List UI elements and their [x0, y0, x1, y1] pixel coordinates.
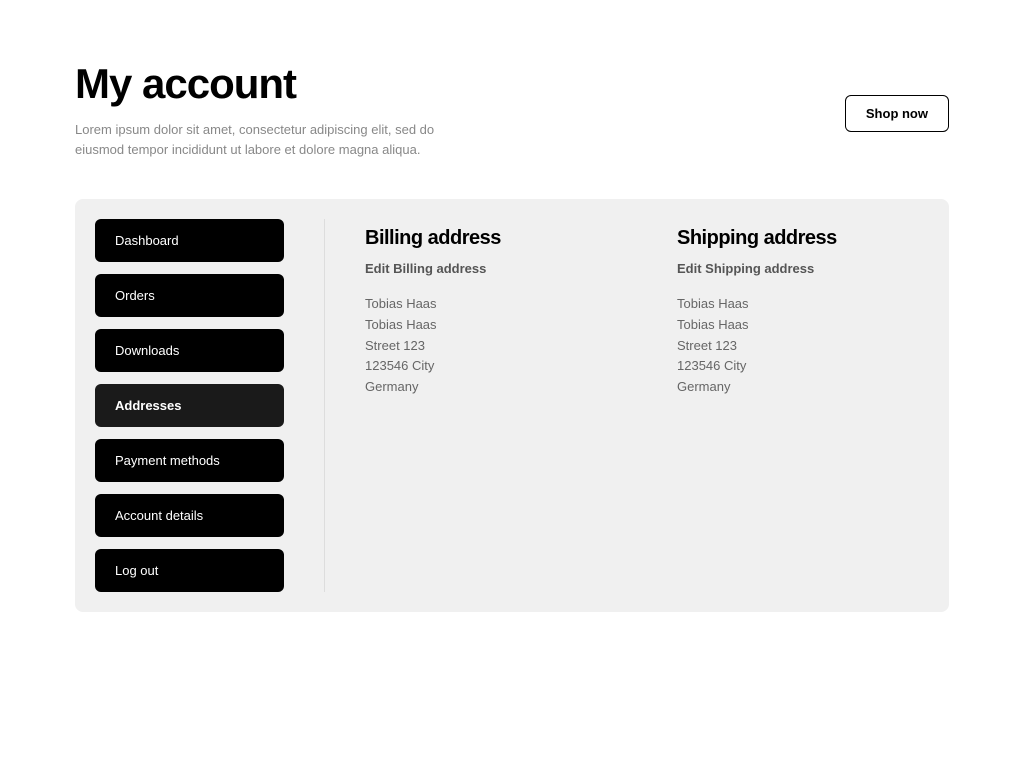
- address-line: 123546 City: [677, 356, 929, 377]
- edit-billing-link[interactable]: Edit Billing address: [365, 261, 486, 276]
- sidebar-item-account-details[interactable]: Account details: [95, 494, 284, 537]
- billing-address-lines: Tobias Haas Tobias Haas Street 123 12354…: [365, 294, 617, 398]
- shipping-heading: Shipping address: [677, 227, 929, 250]
- address-line: Tobias Haas: [365, 294, 617, 315]
- edit-shipping-link[interactable]: Edit Shipping address: [677, 261, 814, 276]
- address-line: Street 123: [365, 336, 617, 357]
- page-title: My account: [75, 60, 845, 108]
- sidebar-item-dashboard[interactable]: Dashboard: [95, 219, 284, 262]
- page-description: Lorem ipsum dolor sit amet, consectetur …: [75, 120, 475, 159]
- address-line: Tobias Haas: [365, 315, 617, 336]
- address-line: Tobias Haas: [677, 315, 929, 336]
- shop-now-button[interactable]: Shop now: [845, 95, 949, 132]
- shipping-address-block: Shipping address Edit Shipping address T…: [677, 227, 929, 584]
- addresses-content: Billing address Edit Billing address Tob…: [325, 219, 929, 592]
- billing-heading: Billing address: [365, 227, 617, 250]
- sidebar-item-payment-methods[interactable]: Payment methods: [95, 439, 284, 482]
- billing-address-block: Billing address Edit Billing address Tob…: [365, 227, 617, 584]
- account-panel: Dashboard Orders Downloads Addresses Pay…: [75, 199, 949, 612]
- address-line: Germany: [365, 377, 617, 398]
- address-line: Tobias Haas: [677, 294, 929, 315]
- address-line: 123546 City: [365, 356, 617, 377]
- shipping-address-lines: Tobias Haas Tobias Haas Street 123 12354…: [677, 294, 929, 398]
- account-sidebar: Dashboard Orders Downloads Addresses Pay…: [95, 219, 325, 592]
- address-line: Street 123: [677, 336, 929, 357]
- sidebar-item-orders[interactable]: Orders: [95, 274, 284, 317]
- sidebar-item-logout[interactable]: Log out: [95, 549, 284, 592]
- sidebar-item-addresses[interactable]: Addresses: [95, 384, 284, 427]
- address-line: Germany: [677, 377, 929, 398]
- sidebar-item-downloads[interactable]: Downloads: [95, 329, 284, 372]
